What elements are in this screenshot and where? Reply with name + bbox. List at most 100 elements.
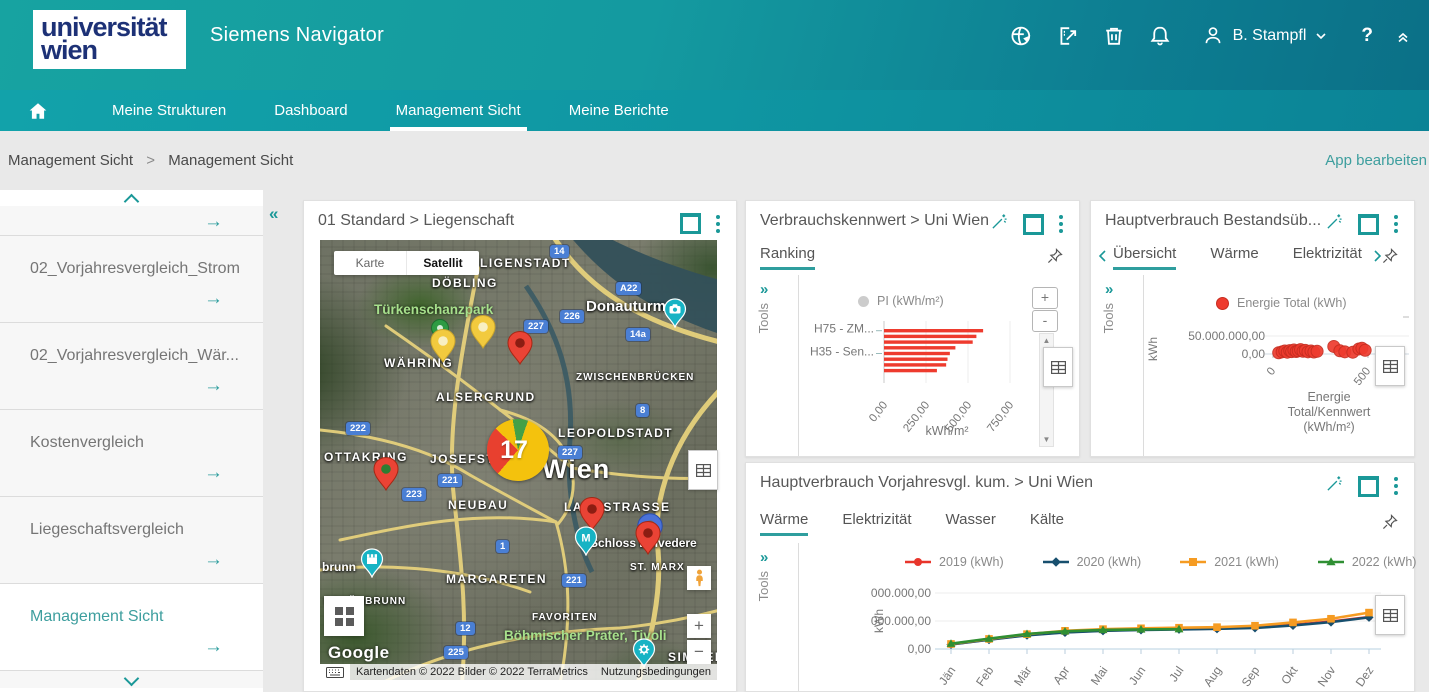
diamond-marker-icon [1042,556,1070,568]
map-marker-poi-camera[interactable] [663,298,687,333]
open-arrow-icon[interactable]: → [204,462,223,484]
vorjahr-tab-wasser[interactable]: Wasser [946,511,996,536]
panel-menu-icon[interactable] [1394,215,1398,233]
bestand-tab-elektrizität[interactable]: Elektrizität [1293,245,1362,270]
show-as-table-button[interactable] [688,450,718,490]
vorjahr-tab-kälte[interactable]: Kälte [1030,511,1064,536]
magic-wand-icon[interactable] [991,213,1008,235]
magic-wand-icon[interactable] [1326,475,1343,497]
sidebar-collapse-button[interactable]: « [269,204,278,224]
sidebar-scroll-down[interactable] [0,671,263,688]
expand-tools-icon[interactable]: » [760,549,768,566]
breadcrumb-level1[interactable]: Management Sicht [8,152,133,169]
open-arrow-icon[interactable]: → [204,288,223,310]
pin-icon[interactable] [1047,248,1063,269]
legend-item-2021-kwh[interactable]: 2021 (kWh) [1179,555,1279,569]
tabs-scroll-right-icon[interactable] [1372,249,1382,267]
legend-item-2019-kwh[interactable]: 2019 (kWh) [904,555,1004,569]
ranking-tab-ranking[interactable]: Ranking [760,245,815,270]
show-as-table-button[interactable] [1375,346,1405,386]
map-zoom-out-button[interactable]: − [687,640,711,664]
svg-text:0: 0 [1265,365,1278,377]
sidebar-item-02-vorjahresvergleich-strom[interactable]: 02_Vorjahresvergleich_Strom→ [0,236,263,323]
map-marker-red-pin-green[interactable] [372,456,400,497]
scroll-down-icon[interactable]: ▼ [1040,435,1053,444]
export-report-icon[interactable] [1056,24,1080,48]
legend-item-2020-kwh[interactable]: 2020 (kWh) [1042,555,1142,569]
scroll-up-icon[interactable]: ▲ [1040,336,1053,345]
pin-icon[interactable] [1382,514,1398,535]
sidebar-item-kostenvergleich[interactable]: Kostenvergleich → [0,410,263,497]
vorjahr-tab-wärme[interactable]: Wärme [760,511,808,536]
map-type-karte[interactable]: Karte [334,251,406,275]
sidebar-item-label: Management Sicht [30,608,163,625]
sidebar-item-liegeschaftsvergleich[interactable]: Liegeschaftsvergleich→ [0,497,263,584]
pin-icon[interactable] [1382,248,1398,269]
tools-label: Tools [756,571,771,601]
keyboard-icon[interactable] [320,664,350,680]
sidebar-scroll-up[interactable] [0,190,263,206]
open-arrow-icon[interactable]: → [204,549,223,571]
nav-tab-dashboard[interactable]: Dashboard [270,90,351,131]
nav-tab-meine-berichte[interactable]: Meine Berichte [565,90,673,131]
maximize-icon[interactable] [1358,214,1379,235]
map-zoom-in-button[interactable]: + [687,614,711,638]
open-arrow-icon[interactable]: → [204,636,223,658]
bestand-tabs: Übersicht Wärme Elektrizität [1113,245,1362,270]
magic-wand-icon[interactable] [1326,213,1343,235]
expand-tools-icon[interactable]: » [1105,281,1113,298]
panel-menu-icon[interactable] [716,215,720,233]
globe-icon[interactable] [1010,24,1034,48]
google-map[interactable]: LIGENSTADTDÖBLINGTürkenschanzparkDonautu… [320,240,717,680]
sidebar-item-02-vorjahresvergleich-wär[interactable]: 02_Vorjahresvergleich_Wär...→ [0,323,263,410]
nav-tab-management-sicht[interactable]: Management Sicht [392,90,525,131]
map-marker-red-pin[interactable] [506,330,534,371]
help-button[interactable]: ? [1361,25,1373,47]
panel-menu-icon[interactable] [1394,477,1398,495]
home-icon[interactable] [0,90,68,131]
breadcrumb: Management Sicht > Management Sicht [8,152,293,169]
tools-drawer[interactable]: » Tools [746,275,799,456]
chart-zoom-in-button[interactable]: + [1032,287,1058,309]
map-marker-poi-metro[interactable]: M [574,526,598,561]
sidebar-item-label: Kostenvergleich [30,434,144,451]
map-marker-yellow-pin[interactable] [469,314,497,355]
map-marker-yellow-pin[interactable] [429,328,457,369]
legend-label: Energie Total (kWh) [1237,296,1347,310]
show-as-table-button[interactable] [1043,347,1073,387]
nav-tab-meine-strukturen[interactable]: Meine Strukturen [108,90,230,131]
collapse-header-icon[interactable] [1395,28,1411,44]
bestand-legend[interactable]: Energie Total (kWh) [1216,296,1347,310]
user-menu[interactable]: B. Stampfl [1202,25,1328,47]
sidebar-item-partial[interactable]: → [0,206,263,236]
map-marker-red-pin[interactable] [634,520,662,561]
open-arrow-icon[interactable]: → [204,375,223,397]
maximize-icon[interactable] [1023,214,1044,235]
cluster-pie-marker[interactable]: 17 [487,419,549,481]
map-marker-poi-castle[interactable] [360,548,384,583]
terms-link[interactable]: Nutzungsbedingungen [595,664,717,680]
svg-text:Mär: Mär [1011,664,1034,689]
bell-icon[interactable] [1148,24,1172,48]
ranking-legend[interactable]: PI (kWh/m²) [858,294,944,308]
maximize-icon[interactable] [680,213,701,234]
panel-menu-icon[interactable] [1059,215,1063,233]
tools-drawer[interactable]: » Tools [1091,275,1144,456]
pegman-control[interactable] [687,566,711,590]
open-arrow-icon[interactable]: → [204,211,223,233]
maximize-icon[interactable] [1358,476,1379,497]
show-as-table-button[interactable] [1375,595,1405,635]
map-type-satellit[interactable]: Satellit [406,251,479,275]
road-badge-223: 223 [402,488,426,501]
sidebar-item-management-sicht[interactable]: Management Sicht → [0,584,263,671]
bestand-tab-wärme[interactable]: Wärme [1210,245,1258,270]
trash-icon[interactable] [1102,24,1126,48]
bestand-tab-übersicht[interactable]: Übersicht [1113,245,1176,270]
expand-tools-icon[interactable]: » [760,281,768,298]
tabs-scroll-left-icon[interactable] [1098,249,1108,267]
app-edit-link[interactable]: App bearbeiten [1325,152,1429,169]
vorjahr-tab-elektrizität[interactable]: Elektrizität [842,511,911,536]
legend-item-2022-kwh[interactable]: 2022 (kWh) [1317,555,1417,569]
map-grid-button[interactable] [324,596,364,636]
tools-drawer[interactable]: » Tools [746,543,799,691]
